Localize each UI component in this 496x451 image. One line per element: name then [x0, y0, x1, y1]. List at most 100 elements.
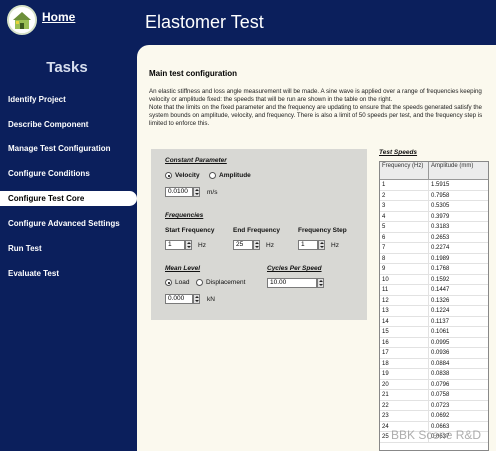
frequency-cell: 1 — [380, 180, 429, 191]
amplitude-cell: 0.0995 — [431, 339, 450, 346]
table-row[interactable]: 19 0.0838 — [380, 369, 488, 380]
table-row[interactable]: 1 1.5915 — [380, 180, 488, 191]
table-row[interactable]: 6 0.2653 — [380, 232, 488, 243]
frequency-cell: 9 — [380, 264, 429, 275]
table-row[interactable]: 20 0.0796 — [380, 379, 488, 390]
cycles-per-speed-title: Cycles Per Speed — [267, 265, 322, 272]
mean-level-spinner[interactable] — [193, 294, 200, 304]
table-row[interactable]: 4 0.3979 — [380, 211, 488, 222]
table-row[interactable]: 8 0.1989 — [380, 253, 488, 264]
velocity-radio[interactable] — [165, 172, 172, 179]
sidebar-item-evaluate-test[interactable]: Evaluate Test — [0, 266, 137, 281]
amplitude-cell: 0.2274 — [431, 245, 450, 251]
table-row[interactable]: 9 0.1768 — [380, 264, 488, 275]
end-frequency-spinner[interactable] — [253, 240, 260, 250]
table-row[interactable]: 21 0.0758 — [380, 390, 488, 401]
amplitude-cell: 0.1224 — [431, 308, 450, 314]
amplitude-cell: 0.1326 — [431, 297, 450, 304]
table-row[interactable]: 7 0.2274 — [380, 243, 488, 254]
mean-level-input[interactable]: 0.000 — [165, 294, 193, 304]
amplitude-cell: 0.0692 — [431, 413, 450, 419]
load-radio[interactable] — [165, 279, 172, 286]
frequency-column-header: Frequency (Hz) — [380, 162, 429, 180]
amplitude-cell: 0.0838 — [431, 371, 450, 377]
table-row[interactable]: 5 0.3183 — [380, 222, 488, 233]
section-title: Main test configuration — [149, 69, 237, 78]
sidebar-item-configure-conditions[interactable]: Configure Conditions — [0, 166, 137, 181]
frequency-cell: 19 — [380, 369, 429, 380]
sidebar-item-describe-component[interactable]: Describe Component — [0, 117, 137, 132]
table-row[interactable]: 16 0.0995 — [380, 337, 488, 348]
displacement-radio-label: Displacement — [206, 279, 246, 286]
table-row[interactable]: 11 0.1447 — [380, 285, 488, 296]
frequency-step-spinner[interactable] — [318, 240, 325, 250]
table-row[interactable]: 18 0.0884 — [380, 358, 488, 369]
frequency-step-unit: Hz — [331, 242, 339, 249]
mean-level-title: Mean Level — [165, 265, 201, 272]
amplitude-cell: 0.1768 — [431, 266, 450, 272]
amplitude-cell: 0.0723 — [431, 402, 450, 409]
table-row[interactable]: 12 0.1326 — [380, 295, 488, 306]
frequency-cell: 7 — [380, 243, 429, 254]
table-row[interactable]: 15 0.1061 — [380, 327, 488, 338]
amplitude-cell: 0.1061 — [431, 329, 450, 335]
sidebar-item-identify-project[interactable]: Identify Project — [0, 92, 137, 107]
amplitude-radio[interactable] — [209, 172, 216, 179]
sidebar-item-configure-test-core[interactable]: Configure Test Core — [0, 191, 137, 206]
main-content: Main test configuration An elastic stiff… — [137, 45, 496, 451]
frequency-cell: 12 — [380, 295, 429, 306]
frequency-cell: 11 — [380, 285, 429, 296]
amplitude-cell: 0.0936 — [431, 350, 450, 356]
end-frequency-label: End Frequency — [233, 227, 280, 234]
home-link[interactable]: Home — [42, 10, 75, 24]
amplitude-cell: 0.1592 — [431, 276, 450, 283]
cycles-per-speed-input[interactable]: 10.00 — [267, 278, 317, 288]
app-header: Home Elastomer Test — [0, 0, 496, 45]
frequency-cell: 15 — [380, 327, 429, 338]
test-speeds-table[interactable]: Frequency (Hz) Amplitude (mm) 1 1.5915 2 0.… — [379, 161, 489, 451]
cycles-per-speed-spinner[interactable] — [317, 278, 324, 288]
amplitude-cell: 1.5915 — [431, 182, 450, 188]
mean-level-unit: kN — [207, 296, 215, 303]
watermark-text: BBK Scene R&D — [391, 428, 482, 442]
constant-parameter-title: Constant Parameter — [165, 157, 227, 164]
parameter-panel: Constant Parameter Velocity Amplitude 0.… — [151, 149, 367, 320]
displacement-radio[interactable] — [196, 279, 203, 286]
constant-parameter-input[interactable]: 0.0100 — [165, 187, 193, 197]
house-logo-icon[interactable] — [7, 5, 37, 35]
table-row[interactable]: 14 0.1137 — [380, 316, 488, 327]
end-frequency-unit: Hz — [266, 242, 274, 249]
frequency-cell: 16 — [380, 337, 429, 348]
table-row[interactable]: 13 0.1224 — [380, 306, 488, 317]
frequency-cell: 10 — [380, 274, 429, 285]
frequency-cell: 20 — [380, 379, 429, 390]
frequency-cell: 8 — [380, 253, 429, 264]
frequency-cell: 23 — [380, 411, 429, 422]
end-frequency-input[interactable]: 25 — [233, 240, 253, 250]
start-frequency-input[interactable]: 1 — [165, 240, 185, 250]
frequency-cell: 3 — [380, 201, 429, 212]
sidebar-item-manage-test-configuration[interactable]: Manage Test Configuration — [0, 141, 137, 156]
frequency-cell: 6 — [380, 232, 429, 243]
frequency-cell: 18 — [380, 358, 429, 369]
table-row[interactable]: 2 0.7958 — [380, 190, 488, 201]
constant-parameter-spinner[interactable] — [193, 187, 200, 197]
sidebar-item-configure-advanced-settings[interactable]: Configure Advanced Settings — [0, 216, 137, 231]
frequencies-title: Frequencies — [165, 212, 204, 219]
amplitude-cell: 0.0758 — [431, 392, 450, 398]
frequency-step-label: Frequency Step — [298, 227, 347, 234]
table-row[interactable]: 10 0.1592 — [380, 274, 488, 285]
amplitude-cell: 0.0884 — [431, 360, 450, 367]
frequency-step-input[interactable]: 1 — [298, 240, 318, 250]
table-row[interactable]: 22 0.0723 — [380, 400, 488, 411]
table-row[interactable]: 17 0.0936 — [380, 348, 488, 359]
amplitude-cell: 0.1137 — [431, 318, 449, 325]
sidebar-title: Tasks — [46, 59, 88, 76]
frequency-cell: 14 — [380, 316, 429, 327]
sidebar-item-run-test[interactable]: Run Test — [0, 241, 137, 256]
start-frequency-spinner[interactable] — [185, 240, 192, 250]
table-row[interactable]: 23 0.0692 — [380, 411, 488, 422]
table-row[interactable]: 3 0.5305 — [380, 201, 488, 212]
amplitude-cell: 0.7958 — [431, 192, 450, 199]
app-title: Elastomer Test — [145, 12, 264, 32]
